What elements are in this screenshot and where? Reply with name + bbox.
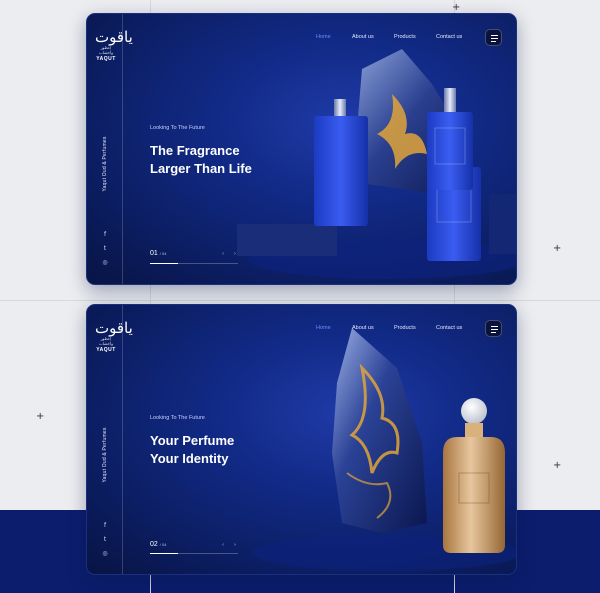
menu-icon-line — [491, 329, 498, 330]
nav-contact[interactable]: Contact us — [436, 325, 462, 331]
slide-progress — [150, 553, 238, 554]
nav-products[interactable]: Products — [394, 325, 416, 331]
podium-left — [237, 224, 337, 256]
amber-perfume-bottle — [443, 437, 505, 553]
menu-button[interactable] — [485, 29, 502, 46]
crosshair-icon: + — [553, 460, 562, 471]
facebook-icon[interactable]: f — [100, 523, 110, 529]
crosshair-icon: + — [36, 411, 45, 422]
nav-products[interactable]: Products — [394, 34, 416, 40]
logo-name: YAQUT — [96, 56, 116, 62]
prev-arrow-icon[interactable]: ‹ — [222, 251, 234, 257]
vertical-tagline: Yaqut Oud & Perfumes — [102, 136, 108, 192]
slide-counter: 01 / 04 — [150, 250, 166, 257]
crosshair-icon: + — [553, 243, 562, 254]
slide-counter: 02 / 04 — [150, 541, 166, 548]
sidebar: ياقوت أعطور وأخشاب YAQUT Yaqut Oud & Per… — [87, 305, 133, 574]
menu-icon-line — [491, 41, 496, 42]
hero-eyebrow: Looking To The Future — [150, 415, 205, 421]
logo-subtitle: أعطور وأخشاب — [98, 336, 114, 346]
next-arrow-icon[interactable]: › — [234, 251, 246, 257]
slide-progress — [150, 263, 238, 264]
slide-total: / 04 — [159, 542, 167, 547]
hero-eyebrow: Looking To The Future — [150, 125, 205, 131]
twitter-icon[interactable]: t — [100, 537, 110, 543]
next-arrow-icon[interactable]: › — [234, 542, 246, 548]
logo-glyph: ياقوت — [95, 28, 133, 46]
hero-headline: The Fragrance Larger Than Life — [150, 142, 280, 178]
slide-current: 02 — [150, 541, 158, 548]
brand-logo[interactable]: ياقوت أعطور وأخشاب YAQUT — [95, 28, 133, 63]
podium-right — [489, 194, 516, 254]
hero-slide-2: ياقوت أعطور وأخشاب YAQUT Yaqut Oud & Per… — [86, 304, 517, 575]
brand-logo[interactable]: ياقوت أعطور وأخشاب YAQUT — [95, 319, 133, 354]
slide-arrows: ‹› — [222, 542, 246, 548]
headline-line-1: The Fragrance — [150, 143, 240, 158]
nav-about[interactable]: About us — [352, 325, 374, 331]
slide-total: / 04 — [159, 251, 167, 256]
nav-home[interactable]: Home — [316, 325, 331, 331]
logo-subtitle: أعطور وأخشاب — [98, 45, 114, 55]
hero-headline: Your Perfume Your Identity — [150, 432, 280, 468]
slide-progress-fill — [150, 263, 178, 264]
bottle-cap — [461, 398, 487, 424]
menu-icon — [491, 326, 498, 327]
slide-arrows: ‹› — [222, 251, 246, 257]
logo-name: YAQUT — [96, 347, 116, 353]
facebook-icon[interactable]: f — [100, 232, 110, 238]
menu-icon — [491, 35, 498, 36]
headline-line-1: Your Perfume — [150, 433, 235, 448]
menu-button[interactable] — [485, 320, 502, 337]
nav-contact[interactable]: Contact us — [436, 34, 462, 40]
instagram-icon[interactable]: ◎ — [100, 260, 110, 266]
vertical-tagline: Yaqut Oud & Perfumes — [102, 427, 108, 483]
twitter-icon[interactable]: t — [100, 246, 110, 252]
instagram-icon[interactable]: ◎ — [100, 551, 110, 557]
headline-line-2: Your Identity — [150, 451, 229, 466]
slide-progress-fill — [150, 553, 178, 554]
perfume-bottle-left — [314, 116, 368, 226]
headline-line-2: Larger Than Life — [150, 161, 252, 176]
nav-about[interactable]: About us — [352, 34, 374, 40]
menu-icon-line — [491, 332, 496, 333]
guide-line — [0, 300, 600, 301]
sidebar: ياقوت أعطور وأخشاب YAQUT Yaqut Oud & Per… — [87, 14, 133, 284]
nav-home[interactable]: Home — [316, 34, 331, 40]
logo-glyph: ياقوت — [95, 319, 133, 337]
bottle-neck — [465, 423, 483, 437]
product-stage — [252, 328, 516, 571]
prev-arrow-icon[interactable]: ‹ — [222, 542, 234, 548]
slide-current: 01 — [150, 250, 158, 257]
hero-slide-1: ياقوت أعطور وأخشاب YAQUT Yaqut Oud & Per… — [86, 13, 517, 285]
menu-icon-line — [491, 38, 498, 39]
lapis-rock — [332, 328, 427, 533]
bottle-cap — [334, 99, 346, 117]
perfume-bottle-right — [427, 88, 473, 190]
crosshair-icon: + — [452, 2, 461, 13]
